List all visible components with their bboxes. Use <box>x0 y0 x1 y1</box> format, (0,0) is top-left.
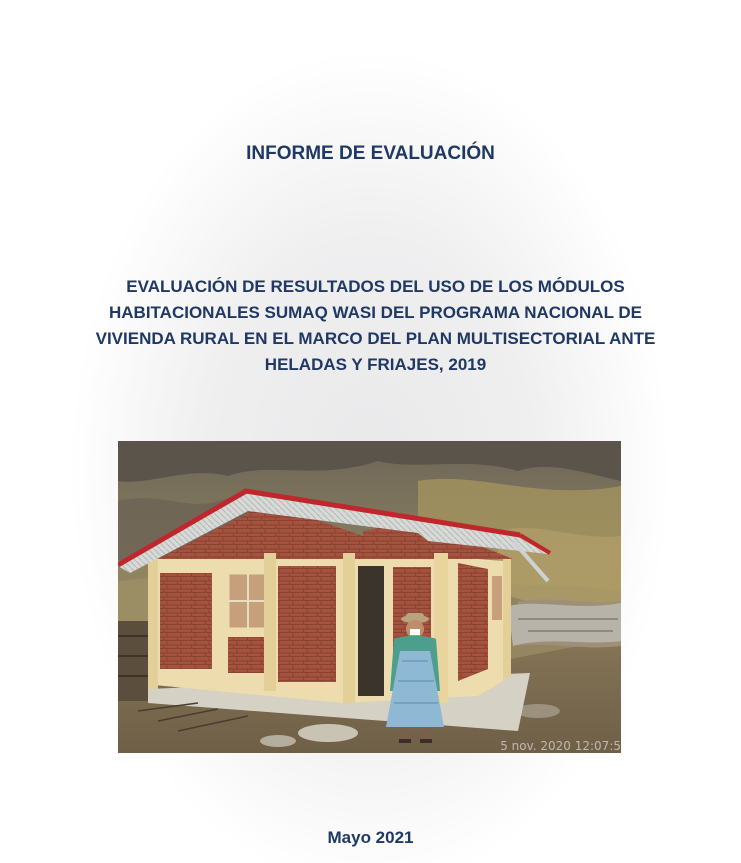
house-photo-illustration <box>118 441 621 753</box>
report-title-line: HELADAS Y FRIAJES, 2019 <box>264 355 487 374</box>
report-type-heading: INFORME DE EVALUACIÓN <box>246 143 495 164</box>
photo-timestamp: 5 nov. 2020 12:07:5 <box>500 739 621 753</box>
report-title-line: HABITACIONALES SUMAQ WASI DEL PROGRAMA N… <box>109 303 642 322</box>
report-title-line: EVALUACIÓN DE RESULTADOS DEL USO DE LOS … <box>126 277 625 296</box>
cover-page: INFORME DE EVALUACIÓN EVALUACIÓN DE RESU… <box>0 0 741 863</box>
report-title: EVALUACIÓN DE RESULTADOS DEL USO DE LOS … <box>70 274 681 378</box>
report-title-line: VIVIENDA RURAL EN EL MARCO DEL PLAN MULT… <box>95 329 656 348</box>
report-date: Mayo 2021 <box>327 828 414 847</box>
cover-photo-house: 5 nov. 2020 12:07:5 <box>118 441 621 753</box>
